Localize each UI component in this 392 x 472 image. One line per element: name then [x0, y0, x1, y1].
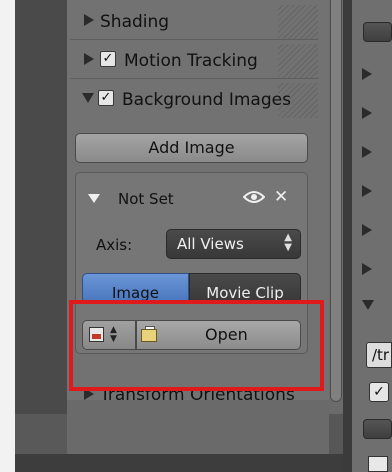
motion-tracking-header-label: Motion Tracking	[124, 51, 258, 71]
collapsed-triangle-icon	[362, 263, 372, 275]
left-region	[15, 0, 67, 414]
motion-tracking-panel-header[interactable]: ✓ Motion Tracking	[70, 44, 318, 79]
background-images-checkbox[interactable]: ✓	[98, 90, 114, 106]
add-image-button[interactable]: Add Image	[75, 133, 308, 163]
axis-dropdown[interactable]: All Views ▲ ▼	[166, 229, 301, 259]
image-entry-title: Not Set	[118, 190, 174, 208]
left-margin	[0, 0, 15, 472]
right-panel-checkbox[interactable]: ✓	[369, 382, 389, 402]
right-panel-expand-5[interactable]	[362, 224, 392, 242]
axis-label: Axis:	[96, 236, 133, 254]
collapsed-triangle-icon	[362, 68, 372, 80]
collapsed-triangle-icon	[362, 224, 372, 236]
shading-header-label: Shading	[100, 12, 170, 32]
shading-panel-header[interactable]: Shading	[70, 5, 318, 40]
expanded-triangle-icon	[82, 93, 94, 103]
collapsed-triangle-icon	[84, 53, 94, 65]
motion-tracking-checkbox[interactable]: ✓	[100, 51, 116, 67]
right-panel-expand-1[interactable]	[362, 68, 392, 86]
axis-dropdown-value: All Views	[177, 235, 244, 253]
collapsed-triangle-icon	[84, 14, 94, 26]
expanded-triangle-icon	[362, 300, 374, 310]
background-images-panel-header[interactable]: ✓ Background Images	[70, 83, 318, 118]
right-panel-expand-2[interactable]	[362, 107, 392, 125]
properties-panel-footer	[67, 400, 329, 454]
highlight-annotation	[69, 300, 324, 391]
scrollbar-thumb[interactable]	[330, 0, 342, 402]
right-panel-expanded[interactable]	[362, 300, 392, 318]
image-entry-header[interactable]: Not Set	[88, 190, 174, 208]
collapsed-triangle-icon	[362, 185, 372, 197]
region-separator[interactable]	[343, 0, 352, 472]
right-panel-expand-6[interactable]	[362, 263, 392, 281]
right-panel-path-field[interactable]: /tr	[366, 342, 392, 368]
right-panel-expand-3[interactable]	[362, 146, 392, 164]
right-panel-expand-4[interactable]	[362, 185, 392, 203]
expanded-triangle-icon	[88, 194, 100, 203]
updown-arrows-icon: ▲ ▼	[284, 232, 292, 253]
right-panel-toggle-2[interactable]	[363, 419, 392, 439]
source-tab-movie-clip[interactable]: Movie Clip	[189, 273, 301, 303]
collapsed-triangle-icon	[362, 107, 372, 119]
collapsed-triangle-icon	[362, 146, 372, 158]
bottom-bar	[15, 454, 352, 472]
eye-icon[interactable]	[242, 190, 266, 206]
background-images-header-label: Background Images	[122, 90, 291, 110]
source-tab-image[interactable]: Image	[82, 273, 189, 303]
left-region-lower	[15, 414, 67, 454]
close-icon[interactable]: ✕	[274, 188, 288, 206]
right-panel-toggle[interactable]	[363, 22, 392, 42]
image-icon[interactable]	[368, 456, 388, 472]
